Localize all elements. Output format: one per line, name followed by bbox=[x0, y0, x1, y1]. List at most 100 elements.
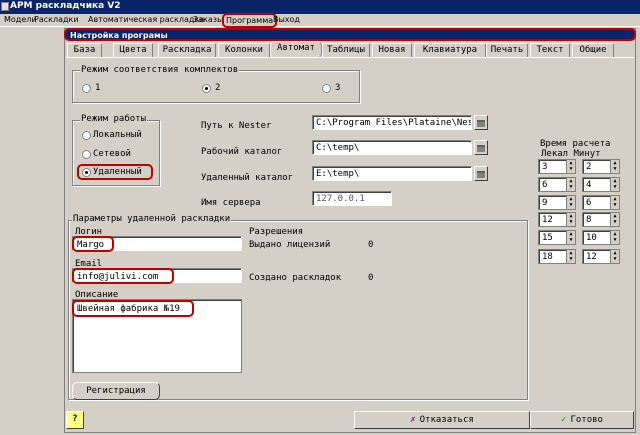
spinner-value: 6 bbox=[586, 198, 592, 208]
permissions-label: Разрешения bbox=[249, 227, 304, 237]
spinner-value: 2 bbox=[586, 162, 592, 172]
nester-path-field[interactable]: C:\Program Files\Plataine\Nester\ bbox=[312, 115, 472, 130]
spinner-arrows-icon[interactable]: ▲ ▼ bbox=[566, 213, 575, 226]
tab-general[interactable]: Общие bbox=[572, 43, 614, 57]
tab-tables[interactable]: Таблицы bbox=[322, 43, 370, 57]
spinner-arrows-icon[interactable]: ▲ ▼ bbox=[610, 250, 619, 263]
remote-params-label: Параметры удаленной раскладки bbox=[72, 214, 232, 224]
kit-mode-radio-1[interactable] bbox=[82, 84, 91, 93]
menubar: Модели Раскладки Автоматическая раскладк… bbox=[0, 13, 640, 28]
app-icon bbox=[1, 2, 9, 11]
help-button[interactable]: ? bbox=[66, 411, 84, 429]
spinner-value: 4 bbox=[586, 180, 592, 190]
kit-mode-option-1: 1 bbox=[95, 83, 101, 93]
work-mode-option-network: Сетевой bbox=[93, 149, 131, 159]
nester-path-browse-button[interactable] bbox=[474, 115, 488, 130]
menu-exit[interactable]: Выход bbox=[273, 15, 300, 24]
menu-layouts[interactable]: Раскладки bbox=[34, 15, 79, 24]
calc-patterns-spinner[interactable]: 15 ▲ ▼ bbox=[538, 230, 576, 245]
calc-minutes-spinner[interactable]: 12 ▲ ▼ bbox=[582, 249, 620, 264]
cancel-button[interactable]: ✗ Отказаться bbox=[354, 411, 530, 429]
tab-print[interactable]: Печать bbox=[486, 43, 528, 57]
created-layouts-label: Создано раскладок bbox=[249, 273, 342, 283]
nester-path-label: Путь к Nester bbox=[201, 121, 272, 131]
work-mode-radio-local[interactable] bbox=[82, 131, 91, 140]
work-mode-radio-network[interactable] bbox=[82, 150, 91, 159]
server-name-field[interactable]: 127.0.0.1 bbox=[312, 191, 392, 206]
check-icon: ✓ bbox=[561, 415, 567, 425]
calc-minutes-spinner[interactable]: 10 ▲ ▼ bbox=[582, 230, 620, 245]
remote-dir-field[interactable]: E:\temp\ bbox=[312, 166, 472, 181]
spinner-arrows-icon[interactable]: ▲ ▼ bbox=[610, 213, 619, 226]
calc-minutes-spinner[interactable]: 6 ▲ ▼ bbox=[582, 195, 620, 210]
tab-text[interactable]: Текст bbox=[530, 43, 570, 57]
dialog-titlebar: Настройка програмы bbox=[64, 28, 636, 41]
tab-columns[interactable]: Колонки bbox=[218, 43, 270, 57]
spinner-value: 18 bbox=[542, 252, 553, 262]
calc-time-title: Время расчета bbox=[540, 139, 611, 149]
server-name-label: Имя сервера bbox=[201, 198, 261, 208]
kit-mode-option-2: 2 bbox=[215, 83, 221, 93]
workdir-label: Рабочий каталог bbox=[201, 147, 283, 157]
tab-keyboard[interactable]: Клавиатура bbox=[414, 43, 486, 57]
created-layouts-value: 0 bbox=[368, 273, 374, 283]
work-mode-label: Режим работы bbox=[80, 114, 148, 124]
email-value: info@julivi.com bbox=[72, 268, 174, 284]
workdir-field[interactable]: C:\temp\ bbox=[312, 140, 472, 155]
spinner-arrows-icon[interactable]: ▲ ▼ bbox=[566, 250, 575, 263]
tab-new[interactable]: Новая bbox=[372, 43, 412, 57]
work-mode-option-local: Локальный bbox=[93, 130, 142, 140]
kit-mode-radio-3[interactable] bbox=[322, 84, 331, 93]
window-title: АРМ раскладчика V2 bbox=[10, 1, 121, 11]
spinner-arrows-icon[interactable]: ▲ ▼ bbox=[610, 178, 619, 191]
calc-patterns-spinner[interactable]: 9 ▲ ▼ bbox=[538, 195, 576, 210]
calc-patterns-spinner[interactable]: 3 ▲ ▼ bbox=[538, 159, 576, 174]
spinner-value: 9 bbox=[542, 198, 548, 208]
spinner-value: 12 bbox=[542, 215, 553, 225]
work-mode-option-remote: Удаленный bbox=[93, 167, 142, 177]
menu-program[interactable]: Программа bbox=[222, 13, 278, 28]
menu-models[interactable]: Модели bbox=[4, 15, 37, 24]
kit-mode-label: Режим соответствия комплектов bbox=[80, 65, 240, 75]
spinner-arrows-icon[interactable]: ▲ ▼ bbox=[566, 178, 575, 191]
workdir-browse-button[interactable] bbox=[474, 140, 488, 155]
calc-patterns-spinner[interactable]: 18 ▲ ▼ bbox=[538, 249, 576, 264]
window-titlebar: АРМ раскладчика V2 bbox=[0, 0, 640, 14]
calc-minutes-spinner[interactable]: 8 ▲ ▼ bbox=[582, 212, 620, 227]
dialog-title: Настройка програмы bbox=[70, 31, 168, 40]
menu-auto-layout[interactable]: Автоматическая раскладка bbox=[88, 15, 204, 24]
spinner-value: 6 bbox=[542, 180, 548, 190]
ok-label: Готово bbox=[570, 415, 603, 425]
spinner-arrows-icon[interactable]: ▲ ▼ bbox=[566, 231, 575, 244]
ok-button[interactable]: ✓ Готово bbox=[530, 411, 634, 429]
calc-patterns-spinner[interactable]: 12 ▲ ▼ bbox=[538, 212, 576, 227]
tab-colors[interactable]: Цвета bbox=[113, 43, 153, 57]
tab-base[interactable]: База bbox=[67, 43, 102, 57]
calc-minutes-spinner[interactable]: 4 ▲ ▼ bbox=[582, 177, 620, 192]
spinner-value: 3 bbox=[542, 162, 548, 172]
description-value: Швейная фабрика №19 bbox=[72, 300, 194, 317]
remote-dir-browse-button[interactable] bbox=[474, 166, 488, 181]
register-button[interactable]: Регистрация bbox=[72, 382, 160, 400]
spinner-value: 12 bbox=[586, 252, 597, 262]
spinner-arrows-icon[interactable]: ▲ ▼ bbox=[610, 231, 619, 244]
cancel-label: Отказаться bbox=[419, 415, 474, 425]
spinner-arrows-icon[interactable]: ▲ ▼ bbox=[610, 160, 619, 173]
calc-patterns-spinner[interactable]: 6 ▲ ▼ bbox=[538, 177, 576, 192]
licenses-label: Выдано лицензий bbox=[249, 240, 331, 250]
remote-dir-label: Удаленный каталог bbox=[201, 173, 294, 183]
tab-layout[interactable]: Раскладка bbox=[158, 43, 216, 57]
kit-mode-radio-2[interactable] bbox=[202, 84, 211, 93]
spinner-value: 15 bbox=[542, 233, 553, 243]
spinner-arrows-icon[interactable]: ▲ ▼ bbox=[610, 196, 619, 209]
tab-automat[interactable]: Автомат bbox=[270, 41, 322, 58]
spinner-value: 10 bbox=[586, 233, 597, 243]
kit-mode-option-3: 3 bbox=[335, 83, 341, 93]
spinner-arrows-icon[interactable]: ▲ ▼ bbox=[566, 196, 575, 209]
cancel-icon: ✗ bbox=[410, 415, 416, 425]
calc-minutes-spinner[interactable]: 2 ▲ ▼ bbox=[582, 159, 620, 174]
spinner-arrows-icon[interactable]: ▲ ▼ bbox=[566, 160, 575, 173]
spinner-value: 8 bbox=[586, 215, 592, 225]
menu-orders[interactable]: Заказы bbox=[193, 15, 223, 24]
work-mode-radio-remote[interactable] bbox=[82, 168, 91, 177]
